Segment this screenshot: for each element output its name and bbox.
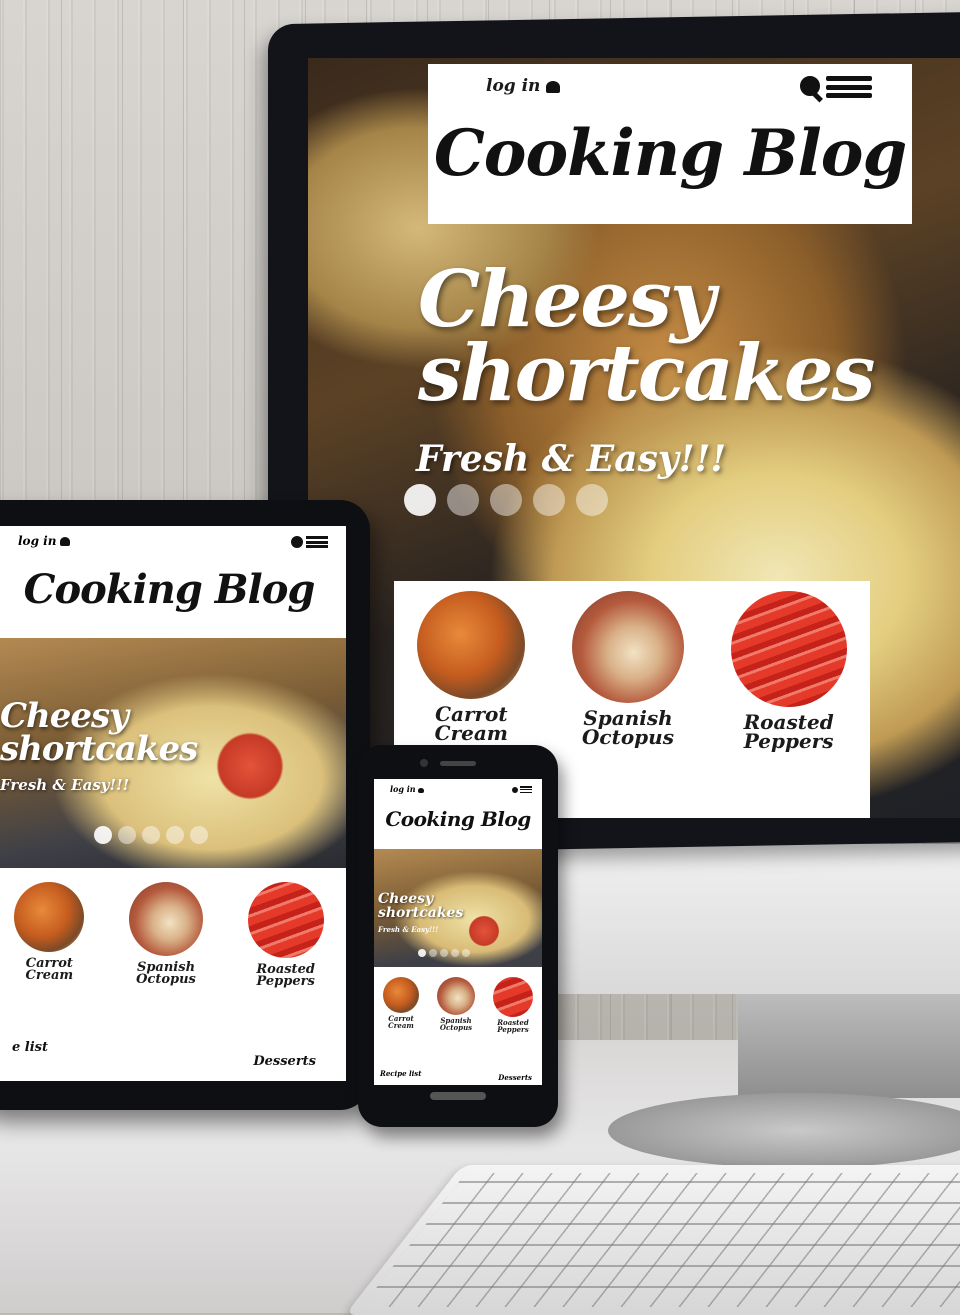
hero-subtitle: Fresh & Easy!!! (0, 776, 130, 794)
carousel-dot[interactable] (576, 484, 608, 516)
login-link[interactable]: log in (486, 76, 561, 96)
header-icons (512, 786, 532, 793)
carousel-dots (404, 484, 608, 516)
phone-camera (420, 759, 428, 767)
recipe-list-link[interactable]: Recipe list (380, 1069, 421, 1078)
phone-home-button[interactable] (430, 1092, 486, 1100)
recipe-label: Roasted Peppers (256, 962, 315, 990)
carousel-dots (94, 826, 208, 844)
monitor-stand-neck (738, 988, 960, 1098)
site-header: log in Cooking Blog (428, 64, 912, 224)
carousel-dot[interactable] (404, 484, 436, 516)
header-icons (800, 76, 872, 103)
recipe-cards: Carrot Cream Spanish Octopus Roasted Pepper… (374, 973, 542, 1067)
chef-hat-icon (417, 787, 424, 793)
recipe-label: Roasted Peppers (743, 710, 834, 753)
recipe-label: Spanish Octopus (439, 1016, 473, 1032)
carousel-dot[interactable] (429, 949, 437, 957)
recipe-label: Roasted Peppers (497, 1018, 529, 1034)
recipe-card-carrot[interactable]: Carrot Cream (383, 977, 419, 1029)
pepper-thumbnail (730, 591, 847, 707)
hero-title-line1: Cheesy (418, 254, 715, 345)
carousel-dot[interactable] (447, 484, 479, 516)
hero-title-line2: shortcakes (418, 328, 875, 420)
octopus-thumbnail (128, 882, 203, 956)
smartphone-device: log in Cooking Blog Cheesy shortcakes Fre… (358, 745, 558, 1127)
recipe-label: Spanish Octopus (136, 960, 196, 988)
hero-subtitle: Fresh & Easy!!! (378, 925, 439, 934)
hamburger-menu-icon[interactable] (520, 786, 532, 793)
hamburger-menu-icon[interactable] (826, 76, 872, 98)
site-title[interactable]: Cooking Blog (374, 807, 542, 831)
login-label: log in (486, 76, 541, 96)
site-title[interactable]: Cooking Blog (0, 566, 346, 613)
login-link[interactable]: log in (390, 784, 424, 794)
recipe-label: Carrot Cream (25, 956, 74, 984)
site-title[interactable]: Cooking Blog (428, 122, 912, 186)
search-icon[interactable] (512, 786, 518, 793)
header-icons (291, 536, 328, 548)
carousel-dot[interactable] (118, 826, 136, 844)
phone-site-screen: log in Cooking Blog Cheesy shortcakes Fre… (374, 779, 542, 1085)
carrot-thumbnail (14, 882, 85, 952)
carrot-thumbnail (383, 977, 419, 1013)
pepper-thumbnail (247, 882, 324, 958)
recipe-list-link[interactable]: e list (12, 1040, 48, 1055)
carousel-dot[interactable] (533, 484, 565, 516)
carrot-thumbnail (417, 591, 526, 699)
hero-title: Cheesy shortcakes (378, 891, 464, 921)
keyboard-keys (361, 1173, 960, 1307)
carousel-dot[interactable] (490, 484, 522, 516)
pepper-thumbnail (493, 977, 533, 1017)
recipe-card-pepper[interactable]: Roasted Peppers (247, 882, 324, 990)
hero-banner: Cheesy shortcakes Fresh & Easy!!! (374, 849, 542, 967)
recipe-card-octopus[interactable]: Spanish Octopus (128, 882, 203, 988)
carousel-dot[interactable] (462, 949, 470, 957)
recipe-card-pepper[interactable]: Roasted Peppers (730, 591, 847, 753)
desktop-site-screen: log in Cooking Blog Cheesy shortcakes Fr… (308, 58, 960, 818)
carousel-dot[interactable] (94, 826, 112, 844)
carousel-dot[interactable] (418, 949, 426, 957)
carousel-dot[interactable] (451, 949, 459, 957)
octopus-thumbnail (571, 591, 684, 703)
carousel-dots (418, 949, 470, 957)
login-label: log in (390, 784, 416, 794)
carousel-dot[interactable] (190, 826, 208, 844)
hero-banner: Cheesy shortcakes Fresh & Easy!!! (0, 638, 346, 868)
carousel-dot[interactable] (440, 949, 448, 957)
recipe-card-octopus[interactable]: Spanish Octopus (437, 977, 475, 1031)
desserts-link[interactable]: Desserts (253, 1054, 316, 1069)
chef-hat-icon (60, 537, 71, 546)
search-icon[interactable] (291, 536, 303, 548)
phone-speaker (440, 761, 476, 766)
desserts-link[interactable]: Desserts (498, 1073, 532, 1082)
login-label: log in (18, 534, 57, 548)
login-link[interactable]: log in (18, 534, 71, 548)
chef-hat-icon (546, 80, 561, 93)
recipe-card-carrot[interactable]: Carrot Cream (14, 882, 85, 984)
hero-title: Cheesy shortcakes (0, 696, 198, 770)
recipe-card-pepper[interactable]: Roasted Peppers (493, 977, 533, 1033)
search-icon[interactable] (800, 76, 823, 103)
carousel-dot[interactable] (166, 826, 184, 844)
recipe-cards: Carrot Cream Spanish Octopus Roasted Pepper… (0, 868, 346, 1072)
recipe-card-octopus[interactable]: Spanish Octopus (571, 591, 684, 749)
hero-subtitle: Fresh & Easy!!! (416, 438, 727, 480)
tablet-site-screen: log in Cooking Blog Cheesy shortcakes Fre… (0, 526, 346, 1081)
octopus-thumbnail (437, 977, 475, 1015)
carousel-dot[interactable] (142, 826, 160, 844)
hamburger-menu-icon[interactable] (306, 536, 328, 548)
recipe-label: Spanish Octopus (582, 706, 674, 749)
hero-title: Cheesy shortcakes (418, 254, 875, 420)
recipe-card-carrot[interactable]: Carrot Cream (417, 591, 526, 745)
tablet-device: log in Cooking Blog Cheesy shortcakes Fre… (0, 500, 370, 1110)
recipe-label: Carrot Cream (434, 702, 508, 745)
recipe-label: Carrot Cream (388, 1014, 414, 1030)
